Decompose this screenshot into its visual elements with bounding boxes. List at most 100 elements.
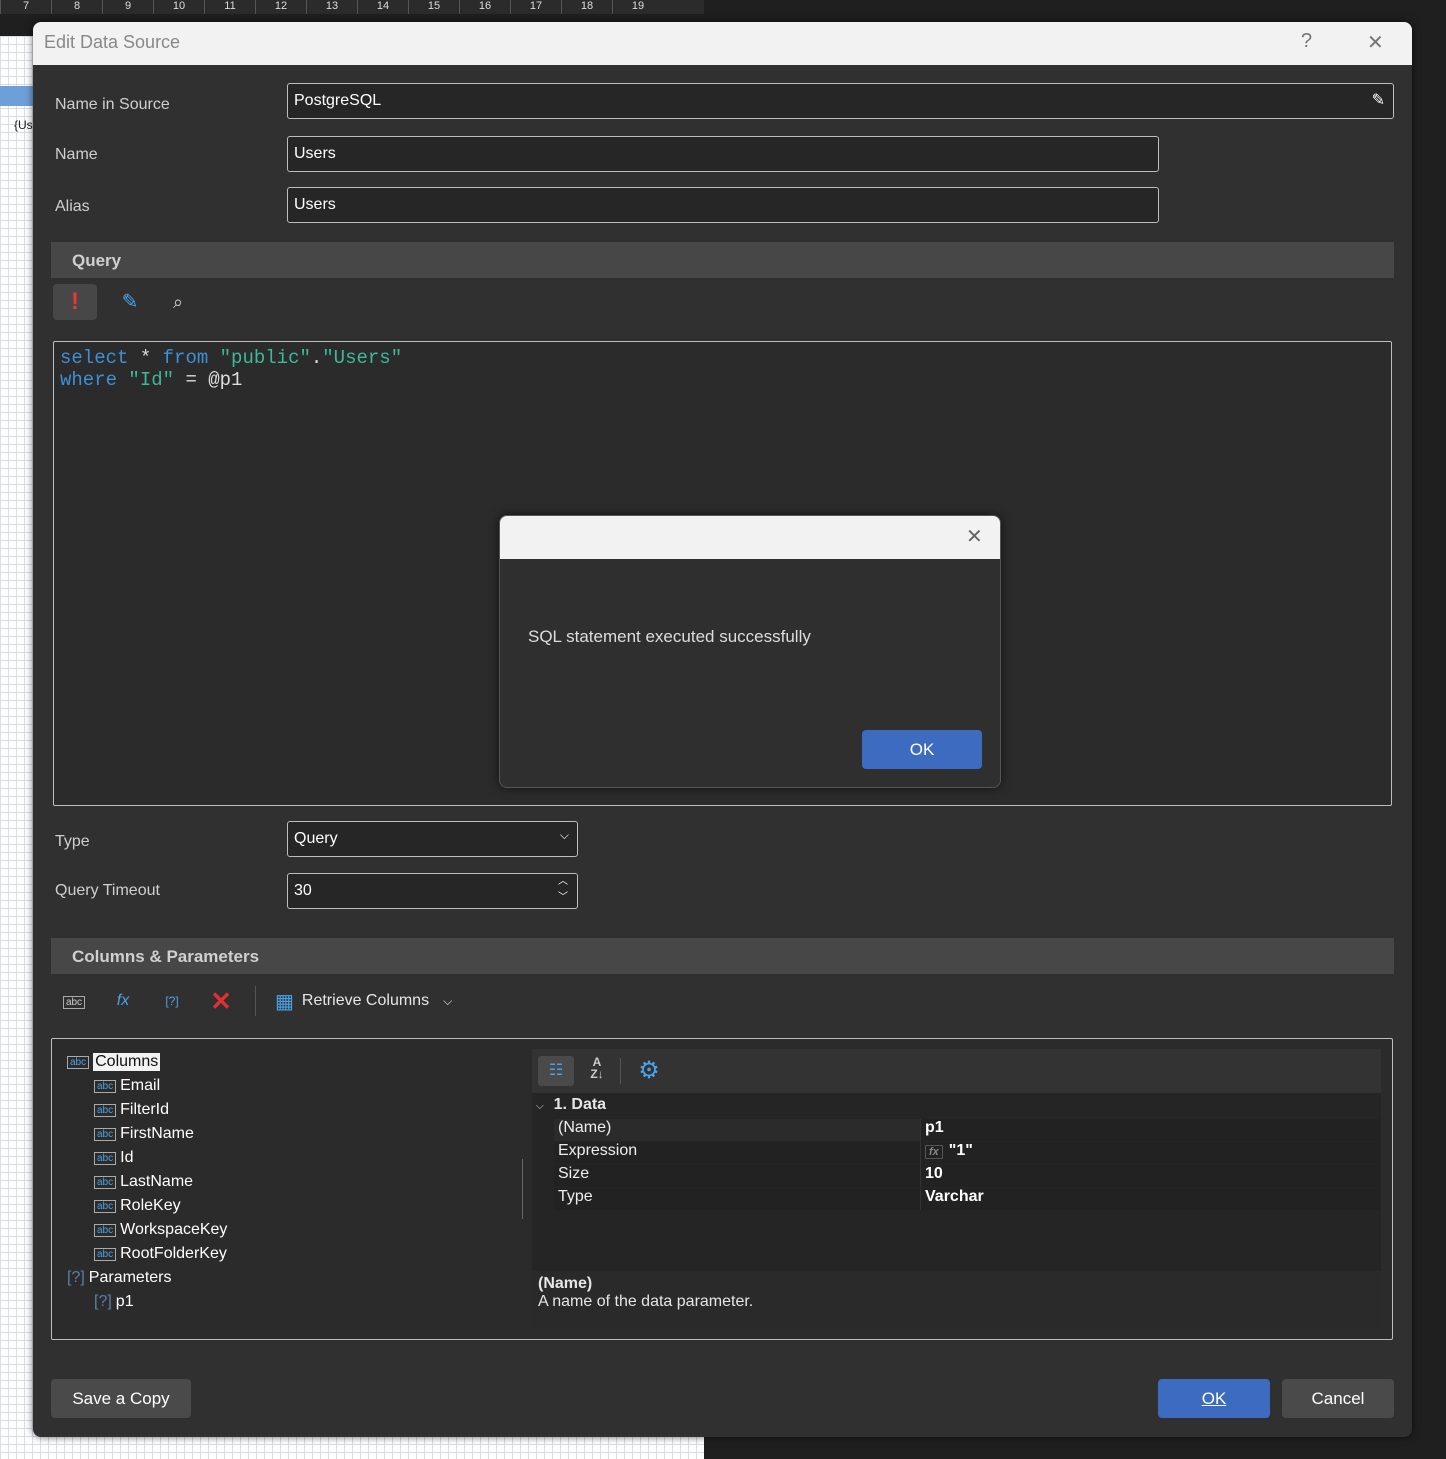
report-text: {Us xyxy=(14,118,33,132)
expression-icon[interactable]: fx xyxy=(925,1145,943,1159)
tree-scrollbar[interactable] xyxy=(522,1159,523,1219)
message-ok-button[interactable]: OK xyxy=(862,730,982,769)
run-query-icon[interactable]: ! xyxy=(53,284,97,320)
help-button[interactable]: ? xyxy=(1301,30,1312,53)
ruler-tick: 12 xyxy=(255,0,306,14)
ruler: 7 8 9 10 11 12 13 14 15 16 17 18 19 xyxy=(0,0,704,14)
tree-node-parameters[interactable]: [?] Parameters xyxy=(67,1267,172,1289)
tree-node-label: LastName xyxy=(120,1173,194,1190)
new-calculated-column-icon[interactable]: fx xyxy=(108,986,138,1016)
description-text: A name of the data parameter. xyxy=(538,1293,754,1310)
tree-node-label: Columns xyxy=(93,1053,161,1071)
gear-icon[interactable]: ⚙ xyxy=(629,1056,669,1086)
query-timeout-stepper[interactable]: 30 ︿ ﹀ xyxy=(287,873,578,909)
close-button[interactable]: ✕ xyxy=(1367,30,1384,55)
dialog-title: Edit Data Source xyxy=(44,32,181,52)
type-value: Query xyxy=(294,830,338,847)
tree-node-label: FirstName xyxy=(120,1125,194,1142)
tree-node-column[interactable]: abc Email xyxy=(94,1075,160,1097)
type-select[interactable]: Query ⌵ xyxy=(287,821,578,857)
tree-node-column[interactable]: abc FirstName xyxy=(94,1123,194,1145)
columns-panel: abc Columns abc Email abc FilterId abc FirstNa… xyxy=(51,1038,1393,1340)
ruler-tick: 8 xyxy=(51,0,102,14)
property-category[interactable]: ⌵ 1. Data xyxy=(536,1096,606,1114)
property-value-text: p1 xyxy=(925,1119,944,1136)
tree-node-label: p1 xyxy=(115,1293,134,1310)
property-value[interactable]: p1 xyxy=(920,1119,1380,1141)
ruler-tick: 9 xyxy=(102,0,153,14)
sql-token: "Id" xyxy=(128,369,175,391)
query-preview-icon[interactable]: ⌕ xyxy=(163,284,193,314)
property-row[interactable]: Type Varchar xyxy=(554,1188,1380,1210)
property-row[interactable]: (Name) p1 xyxy=(554,1119,1380,1141)
property-value-text: 10 xyxy=(925,1165,943,1182)
cancel-button[interactable]: Cancel xyxy=(1282,1379,1394,1418)
edit-query-icon[interactable]: ✎ xyxy=(115,284,145,314)
message-title-bar xyxy=(500,516,1000,559)
alias-label: Alias xyxy=(55,198,90,215)
stepper-arrows-icon[interactable]: ︿ ﹀ xyxy=(558,874,568,906)
message-close-button[interactable]: ✕ xyxy=(966,524,983,549)
toolbar-divider xyxy=(620,1058,621,1084)
tree-node-label: Id xyxy=(120,1149,134,1166)
name-input[interactable]: Users xyxy=(287,136,1159,172)
retrieve-columns-label: Retrieve Columns xyxy=(301,992,430,1009)
ruler-tick: 14 xyxy=(357,0,408,14)
tree-node-column[interactable]: abc RoleKey xyxy=(94,1195,181,1217)
name-label: Name xyxy=(55,146,98,163)
property-name: Size xyxy=(558,1165,590,1182)
description-title: (Name) xyxy=(538,1275,593,1292)
column-icon: abc xyxy=(94,1175,117,1189)
tree-node-label: Email xyxy=(120,1077,161,1094)
tree-node-column[interactable]: abc FilterId xyxy=(94,1099,169,1121)
sql-token: * xyxy=(139,347,152,369)
sql-token: @p1 xyxy=(208,369,243,391)
tree-node-column[interactable]: abc WorkspaceKey xyxy=(94,1219,227,1241)
save-copy-button[interactable]: Save a Copy xyxy=(51,1379,191,1418)
new-parameter-icon[interactable]: [?] xyxy=(157,986,187,1016)
property-value[interactable]: 10 xyxy=(920,1165,1380,1187)
sql-token: where xyxy=(60,369,118,391)
tree-node-columns[interactable]: abc Columns xyxy=(67,1051,161,1073)
sql-token: "Users" xyxy=(322,347,403,369)
column-icon: abc xyxy=(94,1079,117,1093)
alias-input[interactable]: Users xyxy=(287,187,1159,223)
tree-node-column[interactable]: abc RootFolderKey xyxy=(94,1243,227,1265)
property-name: (Name) xyxy=(558,1119,612,1136)
ruler-tick: 19 xyxy=(612,0,663,14)
tree-node-column[interactable]: abc Id xyxy=(94,1147,133,1169)
column-icon: abc xyxy=(94,1223,117,1237)
tree-node-label: RootFolderKey xyxy=(120,1245,227,1262)
delete-icon[interactable]: ✕ xyxy=(206,986,236,1016)
message-text: SQL statement executed successfully xyxy=(528,627,811,646)
pencil-icon[interactable]: ✎ xyxy=(1372,90,1385,110)
ruler-tick: 10 xyxy=(153,0,204,14)
tree-node-parameter[interactable]: [?] p1 xyxy=(94,1291,134,1313)
column-icon: abc xyxy=(67,1055,90,1069)
parameter-icon: [?] xyxy=(94,1293,112,1310)
sort-alphabetical-icon[interactable]: A Z↓ xyxy=(582,1056,612,1086)
sql-token: select xyxy=(60,347,129,369)
retrieve-columns-button[interactable]: ▦ Retrieve Columns ⌵ xyxy=(275,989,452,1014)
ruler-tick: 15 xyxy=(408,0,459,14)
sql-token: from xyxy=(162,347,209,369)
categorized-icon[interactable]: ☷ xyxy=(538,1056,574,1086)
name-in-source-input[interactable]: PostgreSQL ✎ xyxy=(287,83,1394,119)
tree-node-column[interactable]: abc LastName xyxy=(94,1171,193,1193)
property-value[interactable]: Varchar xyxy=(920,1188,1380,1210)
name-in-source-value: PostgreSQL xyxy=(294,92,382,109)
new-column-icon[interactable]: abc xyxy=(59,986,89,1016)
property-row[interactable]: Size 10 xyxy=(554,1165,1380,1187)
query-toolbar: ! ✎ ⌕ xyxy=(53,284,193,320)
query-timeout-label: Query Timeout xyxy=(55,882,160,899)
tree-node-label: FilterId xyxy=(120,1101,170,1118)
ruler-tick: 17 xyxy=(510,0,561,14)
column-icon: abc xyxy=(94,1127,117,1141)
column-icon: abc xyxy=(94,1103,117,1117)
property-toolbar: ☷ A Z↓ ⚙ xyxy=(532,1049,1381,1093)
chevron-down-icon: ⌵ xyxy=(559,828,569,842)
property-value[interactable]: fx "1" xyxy=(920,1142,1380,1164)
ok-button[interactable]: OK xyxy=(1158,1379,1270,1418)
property-row[interactable]: Expression fx "1" xyxy=(554,1142,1380,1164)
toolbar-divider xyxy=(255,986,256,1016)
